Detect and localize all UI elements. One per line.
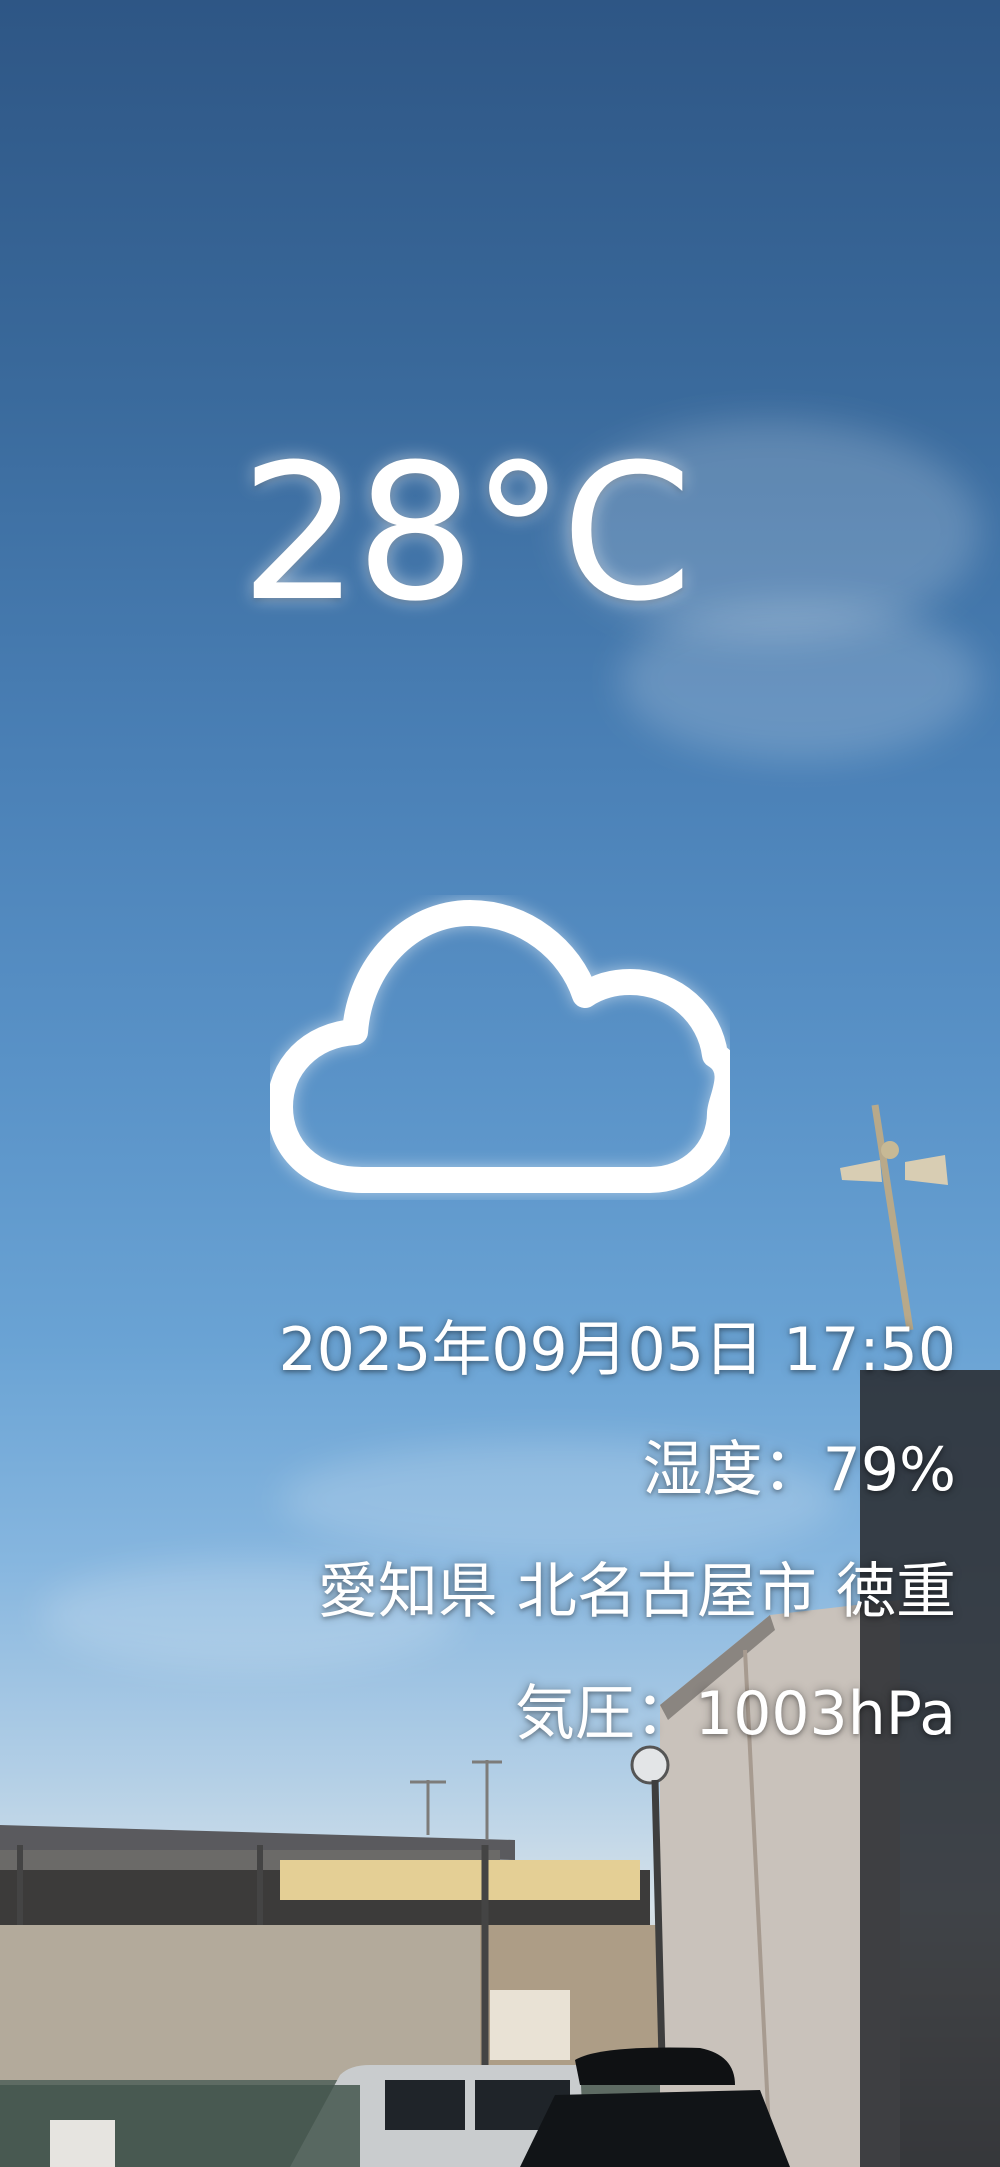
roof-antennas: [410, 1760, 502, 1840]
location-label: 愛知県 北名古屋市 徳重: [317, 1557, 956, 1627]
datetime-label: 2025年09月05日 17:50: [278, 1315, 956, 1385]
fence: [0, 2085, 360, 2167]
weather-screen: 28°C 2025年09月05日 17:50 湿度：79% 愛知県 北名古屋市 …: [0, 0, 1000, 2167]
temperature-value: 28°C: [240, 424, 693, 643]
loudspeaker-pole: [840, 1104, 948, 1331]
cloud-icon: [270, 900, 730, 1193]
humidity-label: 湿度：79%: [642, 1435, 956, 1505]
parked-cars: [290, 2047, 790, 2167]
pressure-label: 気圧：1003hPa: [515, 1679, 956, 1749]
